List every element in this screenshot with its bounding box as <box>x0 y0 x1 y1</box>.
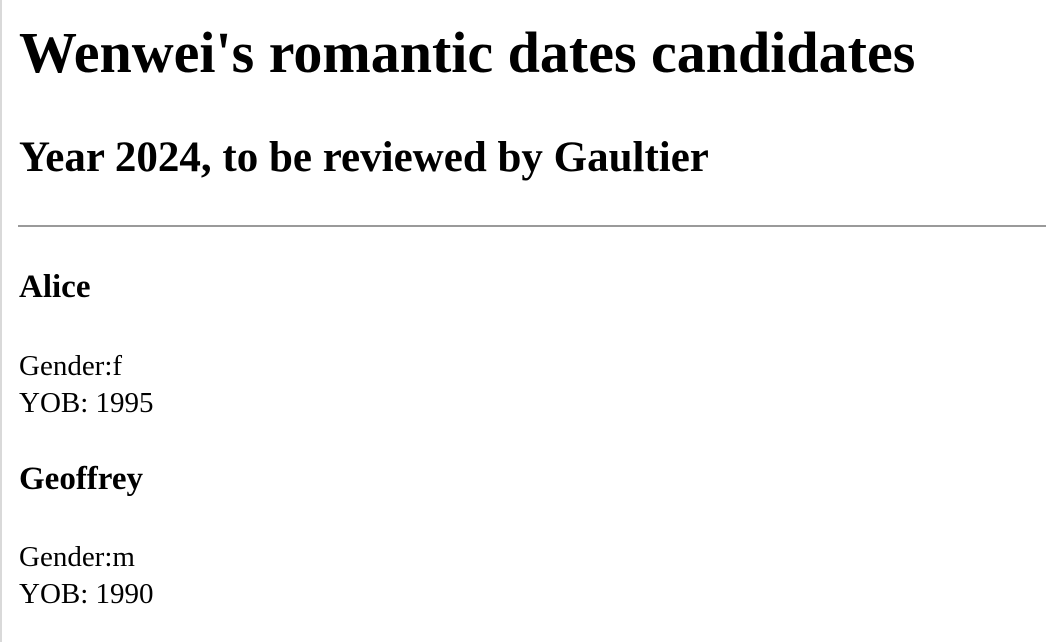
candidate-year-of-birth: YOB: 1995 <box>19 387 154 419</box>
candidate-name: Geoffrey <box>19 461 143 497</box>
candidate-gender: Gender:f <box>19 350 123 382</box>
page-title: Wenwei's romantic dates candidates <box>19 20 916 85</box>
horizontal-divider <box>18 225 1046 227</box>
candidate-name: Alice <box>19 269 91 305</box>
candidate-year-of-birth: YOB: 1990 <box>19 578 154 610</box>
candidate-gender: Gender:m <box>19 541 135 573</box>
page-subtitle: Year 2024, to be reviewed by Gaultier <box>19 134 709 181</box>
document-page: Wenwei's romantic dates candidates Year … <box>0 0 1046 642</box>
